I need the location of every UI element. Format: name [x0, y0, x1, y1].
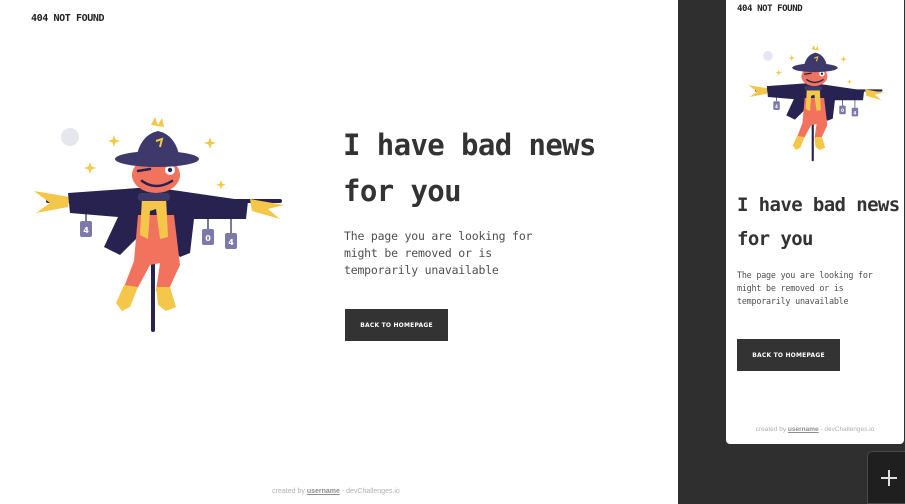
mobile-can-label-1: 4 — [775, 104, 778, 110]
mobile-page-footer: created by username - devChallenges.io — [726, 426, 904, 433]
back-to-homepage-button[interactable]: BACK TO HOMEPAGE — [345, 309, 448, 341]
mobile-can-label-3: 4 — [853, 110, 856, 116]
desktop-view: 404 NOT FOUND 4 0 4 I have bad news for … — [0, 0, 678, 504]
footer-suffix: - devChallenges.io — [341, 488, 400, 495]
mobile-page-heading: I have bad news for you — [737, 194, 900, 250]
footer-username-link[interactable]: username — [307, 488, 340, 495]
brand-logo[interactable]: 404 NOT FOUND — [31, 13, 104, 24]
page-description: The page you are looking for might be re… — [344, 229, 533, 277]
mobile-brand-logo[interactable]: 404 NOT FOUND — [737, 4, 803, 14]
mobile-page-description: The page you are looking for might be re… — [737, 270, 873, 306]
can-label-1: 4 — [83, 226, 89, 235]
can-label-2: 0 — [205, 234, 211, 243]
footer-prefix: created by — [272, 488, 305, 495]
mobile-back-to-homepage-button[interactable]: BACK TO HOMEPAGE — [737, 339, 840, 371]
add-button[interactable] — [867, 451, 905, 504]
mobile-can-label-2: 0 — [841, 108, 844, 114]
mobile-footer-username-link[interactable]: username — [788, 426, 819, 433]
plus-icon — [881, 469, 897, 486]
scarecrow-illustration: 4 0 4 — [34, 117, 284, 332]
mobile-footer-prefix: created by — [755, 426, 787, 433]
mobile-footer-suffix: - devChallenges.io — [820, 426, 875, 433]
mobile-preview: 404 NOT FOUND 4 0 4 I have bad news for … — [726, 0, 904, 444]
page-heading: I have bad news for you — [343, 128, 597, 208]
page-footer: created by username - devChallenges.io — [0, 488, 672, 495]
can-label-3: 4 — [228, 238, 234, 247]
mobile-scarecrow-illustration: 4 0 4 — [748, 45, 884, 162]
